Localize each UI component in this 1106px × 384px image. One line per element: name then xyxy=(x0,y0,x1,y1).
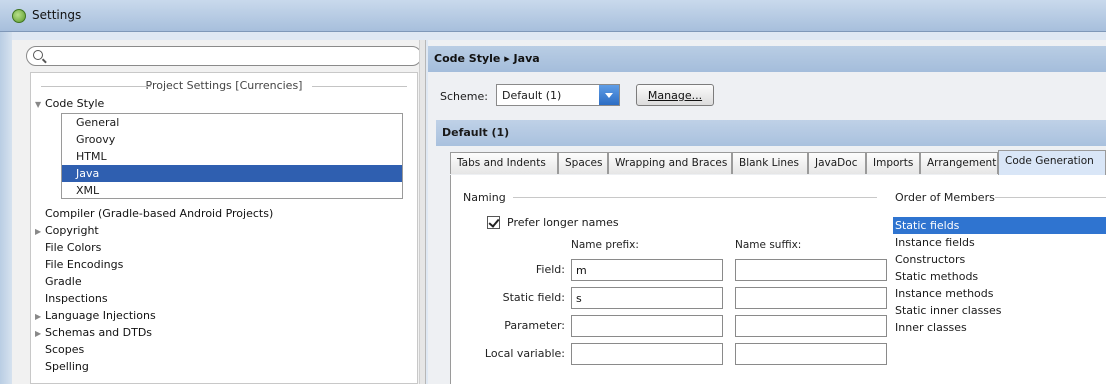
tree-item-gradle[interactable]: Gradle xyxy=(45,273,82,290)
window-title: Settings xyxy=(32,8,82,22)
order-divider xyxy=(995,197,1106,198)
name-prefix-header: Name prefix: xyxy=(571,239,639,251)
member-static-methods[interactable]: Static methods xyxy=(893,268,1106,285)
tree-item-xml[interactable]: XML xyxy=(62,182,402,199)
field-prefix-input[interactable] xyxy=(571,259,723,281)
member-constructors[interactable]: Constructors xyxy=(893,251,1106,268)
tree-item-label: Copyright xyxy=(45,224,99,237)
tree-item-label: Language Injections xyxy=(45,309,156,322)
tree-item-html[interactable]: HTML xyxy=(62,148,402,165)
breadcrumb: Code Style ▸ Java xyxy=(434,52,540,65)
code-generation-panel: Naming Prefer longer names Name prefix: … xyxy=(450,175,1106,384)
tree-scrollbar[interactable] xyxy=(419,40,425,384)
tab-code-generation[interactable]: Code Generation xyxy=(998,150,1106,175)
chevron-down-icon[interactable] xyxy=(599,85,619,105)
tab-arrangement[interactable]: Arrangement xyxy=(920,152,998,174)
tree-item-general[interactable]: General xyxy=(62,114,402,131)
settings-tree-pane: Project Settings [Currencies] ▼ Code Styl… xyxy=(12,40,426,384)
field-label: Field: xyxy=(535,263,565,276)
member-static-fields[interactable]: Static fields xyxy=(893,217,1106,234)
naming-divider xyxy=(513,197,877,198)
manage-button[interactable]: Manage... xyxy=(636,84,714,106)
settings-tree: Project Settings [Currencies] ▼ Code Styl… xyxy=(30,72,418,384)
member-static-inner-classes[interactable]: Static inner classes xyxy=(893,302,1106,319)
tree-item-file-encodings[interactable]: File Encodings xyxy=(45,256,123,273)
order-of-members-title: Order of Members xyxy=(895,191,995,204)
scheme-dropdown[interactable]: Default (1) xyxy=(496,84,620,106)
title-bar: Settings xyxy=(0,0,1106,32)
tree-item-label: Schemas and DTDs xyxy=(45,326,153,339)
local-variable-label: Local variable: xyxy=(484,347,565,360)
tree-item-schemas-and-dtds[interactable]: ▶ Schemas and DTDs xyxy=(35,324,152,341)
expand-right-icon[interactable]: ▶ xyxy=(35,325,45,342)
tree-item-code-style[interactable]: ▼ Code Style xyxy=(35,95,104,112)
tree-item-scopes[interactable]: Scopes xyxy=(45,341,84,358)
tab-imports[interactable]: Imports xyxy=(866,152,920,174)
prefer-longer-names-checkbox[interactable] xyxy=(487,216,500,229)
scheme-value: Default (1) xyxy=(502,89,562,102)
tab-blank-lines[interactable]: Blank Lines xyxy=(732,152,808,174)
breadcrumb-bar: Code Style ▸ Java xyxy=(428,46,1106,72)
search-field[interactable] xyxy=(26,46,422,66)
member-instance-methods[interactable]: Instance methods xyxy=(893,285,1106,302)
expand-right-icon[interactable]: ▶ xyxy=(35,223,45,240)
project-settings-header: Project Settings [Currencies] xyxy=(31,79,417,93)
static-field-prefix-input[interactable] xyxy=(571,287,723,309)
local-variable-suffix-input[interactable] xyxy=(735,343,887,365)
order-of-members-list[interactable]: Static fields Instance fields Constructo… xyxy=(893,217,1106,384)
expand-right-icon[interactable]: ▶ xyxy=(35,308,45,325)
parameter-label: Parameter: xyxy=(504,319,565,332)
window-left-edge xyxy=(0,32,12,384)
naming-section-title: Naming xyxy=(463,191,506,204)
static-field-label: Static field: xyxy=(502,291,565,304)
search-icon xyxy=(33,50,43,60)
code-style-tabs: Tabs and Indents Spaces Wrapping and Bra… xyxy=(450,150,1106,175)
tree-item-label: Code Style xyxy=(45,97,105,110)
prefer-longer-names-label: Prefer longer names xyxy=(507,216,619,229)
parameter-prefix-input[interactable] xyxy=(571,315,723,337)
tab-spaces[interactable]: Spaces xyxy=(558,152,608,174)
tab-tabs-and-indents[interactable]: Tabs and Indents xyxy=(450,152,558,174)
parameter-suffix-input[interactable] xyxy=(735,315,887,337)
scheme-label: Scheme: xyxy=(440,90,488,103)
settings-content-pane: Code Style ▸ Java Scheme: Default (1) Ma… xyxy=(428,40,1106,384)
tree-item-compiler[interactable]: Compiler (Gradle-based Android Projects) xyxy=(45,205,273,222)
local-variable-prefix-input[interactable] xyxy=(571,343,723,365)
tab-wrapping-and-braces[interactable]: Wrapping and Braces xyxy=(608,152,732,174)
tree-item-file-colors[interactable]: File Colors xyxy=(45,239,101,256)
expand-down-icon[interactable]: ▼ xyxy=(35,96,45,113)
member-inner-classes[interactable]: Inner classes xyxy=(893,319,1106,336)
tree-item-inspections[interactable]: Inspections xyxy=(45,290,108,307)
scheme-section-header: Default (1) xyxy=(436,120,1106,146)
field-suffix-input[interactable] xyxy=(735,259,887,281)
tree-item-groovy[interactable]: Groovy xyxy=(62,131,402,148)
tab-javadoc[interactable]: JavaDoc xyxy=(808,152,866,174)
static-field-suffix-input[interactable] xyxy=(735,287,887,309)
name-suffix-header: Name suffix: xyxy=(735,239,802,251)
member-instance-fields[interactable]: Instance fields xyxy=(893,234,1106,251)
scheme-section-title: Default (1) xyxy=(442,126,510,139)
android-studio-icon xyxy=(12,9,26,23)
tree-item-spelling[interactable]: Spelling xyxy=(45,358,89,375)
tree-item-language-injections[interactable]: ▶ Language Injections xyxy=(35,307,156,324)
code-style-children: General Groovy HTML Java XML xyxy=(61,113,403,199)
tree-item-java[interactable]: Java xyxy=(62,165,402,182)
tree-item-copyright[interactable]: ▶ Copyright xyxy=(35,222,99,239)
